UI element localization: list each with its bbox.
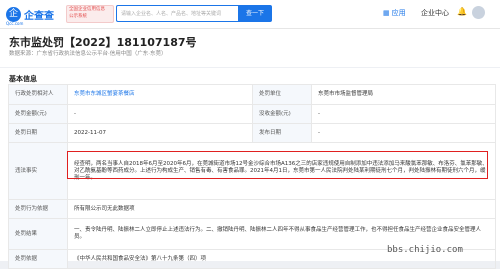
amount-value: -: [67, 104, 253, 124]
party-label: 行政处罚相对人: [8, 84, 68, 105]
logo-subtitle: Qcc.com: [6, 21, 24, 26]
authority-value: 东莞市市场监督管理局: [311, 84, 496, 105]
result-label: 处罚结果: [8, 218, 68, 250]
law-label: 处罚依据: [8, 249, 68, 269]
date-label: 处罚日期: [8, 123, 68, 143]
amount-label: 处罚金额(元): [8, 104, 68, 124]
top-navigation-bar: 企 企查查 Qcc.com 全国企业信用信息 公示系统 请输入企业名、人名、产品…: [0, 0, 500, 29]
logo-text: 企查查: [24, 10, 54, 22]
search-button[interactable]: 查一下: [238, 5, 272, 22]
apps-grid-icon: ▦: [383, 9, 390, 17]
logo-icon: 企: [6, 6, 21, 22]
badge-line-2: 公示系统: [69, 14, 87, 19]
party-value-link[interactable]: 东莞市东城区蟹宴茶餐店: [67, 84, 253, 105]
notification-bell-icon[interactable]: 🔔: [457, 7, 467, 16]
publish-label: 发布日期: [252, 123, 312, 143]
authority-label: 处罚单位: [252, 84, 312, 105]
apps-menu-link[interactable]: ▦ 应用: [383, 8, 406, 18]
basis-label: 处罚行为依据: [8, 199, 68, 219]
page-title: 东市监处罚【2022】181107187号: [9, 36, 197, 49]
confiscation-label: 没收金额(元): [252, 104, 312, 124]
date-value: 2022-11-07: [67, 123, 253, 143]
section-title: 基本信息: [9, 75, 37, 83]
basis-value: 所有限公示司无此数据项: [67, 199, 496, 219]
penalty-detail-table: 行政处罚相对人 东莞市东城区蟹宴茶餐店 处罚单位 东莞市市场监督管理局 处罚金额…: [8, 84, 496, 269]
table-row: 处罚行为依据 所有限公示司无此数据项: [8, 199, 496, 219]
table-row: 行政处罚相对人 东莞市东城区蟹宴茶餐店 处罚单位 东莞市市场监督管理局: [8, 84, 496, 105]
publish-value: -: [311, 123, 496, 143]
search-input[interactable]: 请输入企业名、人名、产品名、地址等关键词: [116, 5, 238, 22]
watermark-text: bbs.chijio.com: [387, 245, 463, 255]
table-row: 处罚金额(元) - 没收金额(元) -: [8, 104, 496, 124]
enterprise-center-link[interactable]: 企业中心: [421, 8, 449, 18]
data-source-note: 数据来源：广东省行政执法信息公示平台·信用中国（广东·东莞）: [9, 51, 167, 57]
credit-platform-badge[interactable]: 全国企业信用信息 公示系统: [66, 5, 114, 23]
facts-label: 违法事实: [8, 142, 68, 200]
badge-line-1: 全国企业信用信息: [69, 7, 105, 12]
confiscation-value: -: [311, 104, 496, 124]
table-row: 违法事实 经查明，两名当事人自2018年6月至2020年6月，在莞城街道市场12…: [8, 142, 496, 200]
apps-menu-label: 应用: [391, 9, 406, 17]
user-avatar[interactable]: [472, 6, 485, 19]
table-row: 处罚日期 2022-11-07 发布日期 -: [8, 123, 496, 143]
facts-value: 经查明，两名当事人自2018年6月至2020年6月，在莞城街道市场12号金沙综合…: [67, 142, 496, 200]
